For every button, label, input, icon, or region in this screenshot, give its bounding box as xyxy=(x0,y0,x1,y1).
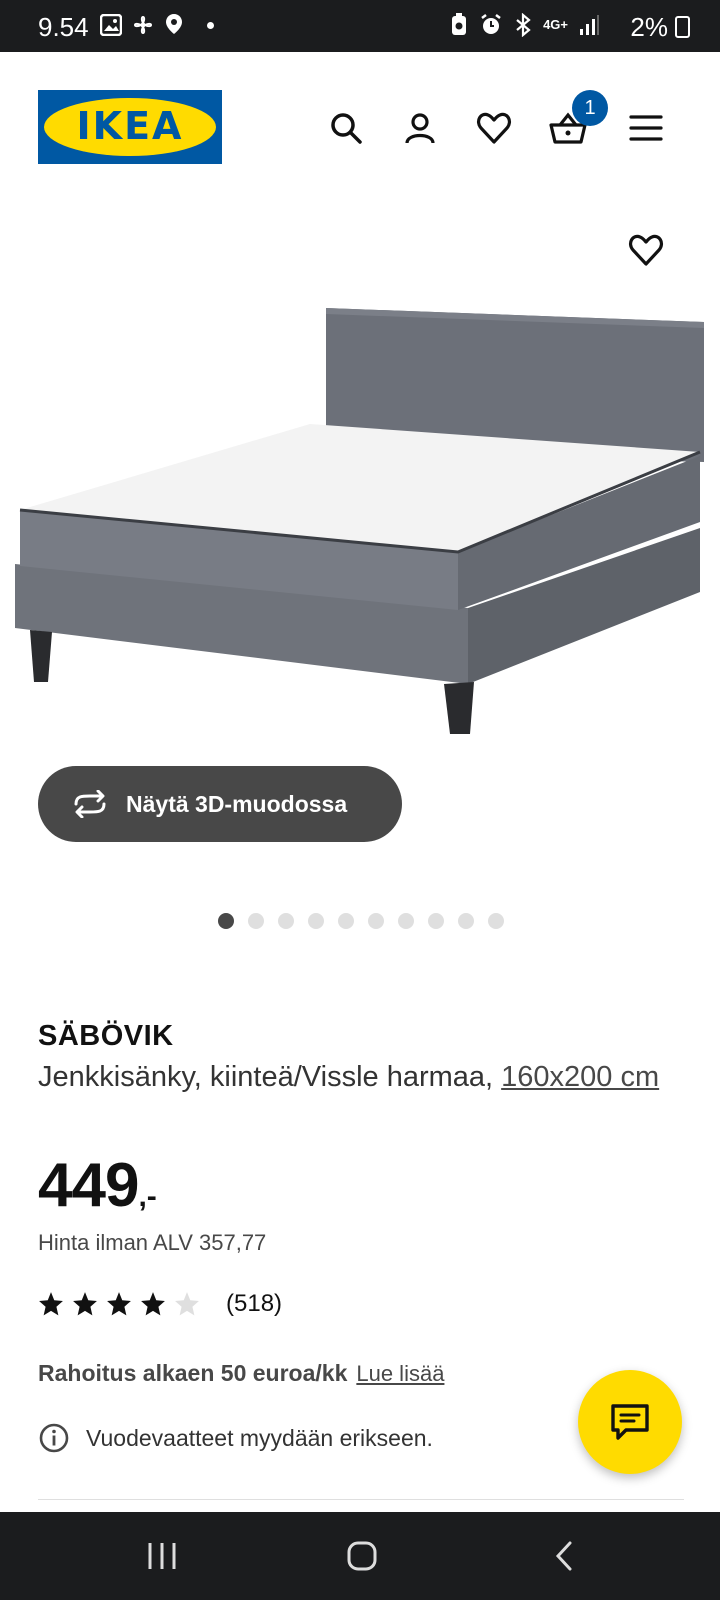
gallery-dot[interactable] xyxy=(368,913,384,929)
section-divider xyxy=(38,1499,684,1500)
gallery-dot[interactable] xyxy=(488,913,504,929)
gallery-dot[interactable] xyxy=(278,913,294,929)
heart-icon xyxy=(628,234,664,266)
recent-apps-button[interactable] xyxy=(140,1534,184,1578)
menu-icon xyxy=(629,115,663,141)
battery-icon xyxy=(675,16,690,38)
status-right-icons: 4G+ xyxy=(449,13,600,37)
user-icon xyxy=(405,113,435,144)
star-filled-icon xyxy=(107,1292,131,1316)
product-size-link[interactable]: 160x200 cm xyxy=(501,1061,659,1093)
bedding-notice: Vuodevaatteet myydään erikseen. xyxy=(38,1422,433,1454)
network-type-icon: 4G+ xyxy=(543,17,568,32)
bedding-notice-text: Vuodevaatteet myydään erikseen. xyxy=(86,1424,433,1451)
gallery-dot[interactable] xyxy=(398,913,414,929)
back-button[interactable] xyxy=(542,1534,586,1578)
star-filled-icon xyxy=(73,1292,97,1316)
product-rating[interactable]: (518) xyxy=(38,1290,282,1318)
rotate-3d-icon xyxy=(70,789,110,819)
heart-icon xyxy=(476,112,512,144)
star-filled-icon xyxy=(39,1292,63,1316)
home-icon xyxy=(347,1541,377,1571)
product-name: SÄBÖVIK xyxy=(38,1020,174,1052)
battery-saver-icon xyxy=(452,13,467,35)
product-type: Jenkkisänky, kiinteä/Vissle harmaa, xyxy=(38,1061,502,1093)
price-without-vat: Hinta ilman ALV 357,77 xyxy=(38,1230,267,1255)
gallery-dot[interactable] xyxy=(218,913,234,929)
logo-text: IKEA xyxy=(76,104,184,148)
alarm-icon xyxy=(481,14,501,34)
favourites-button[interactable] xyxy=(472,106,516,150)
bluetooth-icon xyxy=(516,13,531,37)
gallery-dot[interactable] xyxy=(308,913,324,929)
search-icon xyxy=(331,113,362,144)
price-integer: 449 xyxy=(38,1151,139,1220)
recent-apps-icon xyxy=(148,1543,176,1569)
search-button[interactable] xyxy=(324,106,368,150)
system-navigation-bar xyxy=(0,1512,720,1600)
product-image-bed xyxy=(15,308,704,734)
gallery-pagination xyxy=(218,913,504,929)
ikea-logo[interactable]: IKEA xyxy=(38,90,222,164)
star-empty-icon xyxy=(175,1292,199,1316)
view-in-3d-button[interactable]: Näytä 3D-muodossa xyxy=(38,766,402,842)
chat-icon xyxy=(611,1404,649,1440)
home-button[interactable] xyxy=(340,1534,384,1578)
gallery-dot[interactable] xyxy=(428,913,444,929)
product-price: 449,- xyxy=(38,1150,157,1221)
site-header: IKEA 1 xyxy=(0,52,720,192)
product-info: SÄBÖVIK Jenkkisänky, kiinteä/Vissle harm… xyxy=(38,1020,684,1096)
account-button[interactable] xyxy=(398,106,442,150)
more-notifications-dot-icon xyxy=(207,21,214,29)
price-decimal: ,- xyxy=(138,1180,157,1213)
fan-notification-icon xyxy=(134,16,152,34)
product-image-gallery[interactable]: Näytä 3D-muodossa xyxy=(0,192,720,962)
location-notification-icon xyxy=(166,14,182,34)
gallery-dot[interactable] xyxy=(458,913,474,929)
add-to-favourites-button[interactable] xyxy=(622,226,670,274)
chat-button[interactable] xyxy=(578,1370,682,1474)
battery-percentage: 2% xyxy=(630,12,668,42)
financing-text: Rahoitus alkaen 50 euroa/kk xyxy=(38,1360,348,1386)
info-icon xyxy=(39,1423,69,1453)
star-filled-icon xyxy=(141,1292,165,1316)
gallery-notification-icon xyxy=(100,14,122,36)
read-more-link[interactable]: Lue lisää xyxy=(356,1361,444,1387)
status-left-icons xyxy=(100,13,214,37)
financing-info: Rahoitus alkaen 50 euroa/kk Lue lisää xyxy=(38,1360,444,1387)
gallery-dot[interactable] xyxy=(338,913,354,929)
gallery-dot[interactable] xyxy=(248,913,264,929)
back-icon xyxy=(555,1541,572,1571)
product-description: Jenkkisänky, kiinteä/Vissle harmaa, 160x… xyxy=(38,1059,684,1096)
menu-button[interactable] xyxy=(624,106,668,150)
review-count: (518) xyxy=(226,1290,283,1317)
signal-icon xyxy=(580,15,599,35)
cart-count-badge: 1 xyxy=(572,90,608,126)
view-in-3d-label: Näytä 3D-muodossa xyxy=(126,790,348,817)
status-bar: 9.54 4G+ 2% xyxy=(0,0,720,52)
status-time: 9.54 xyxy=(38,12,89,42)
